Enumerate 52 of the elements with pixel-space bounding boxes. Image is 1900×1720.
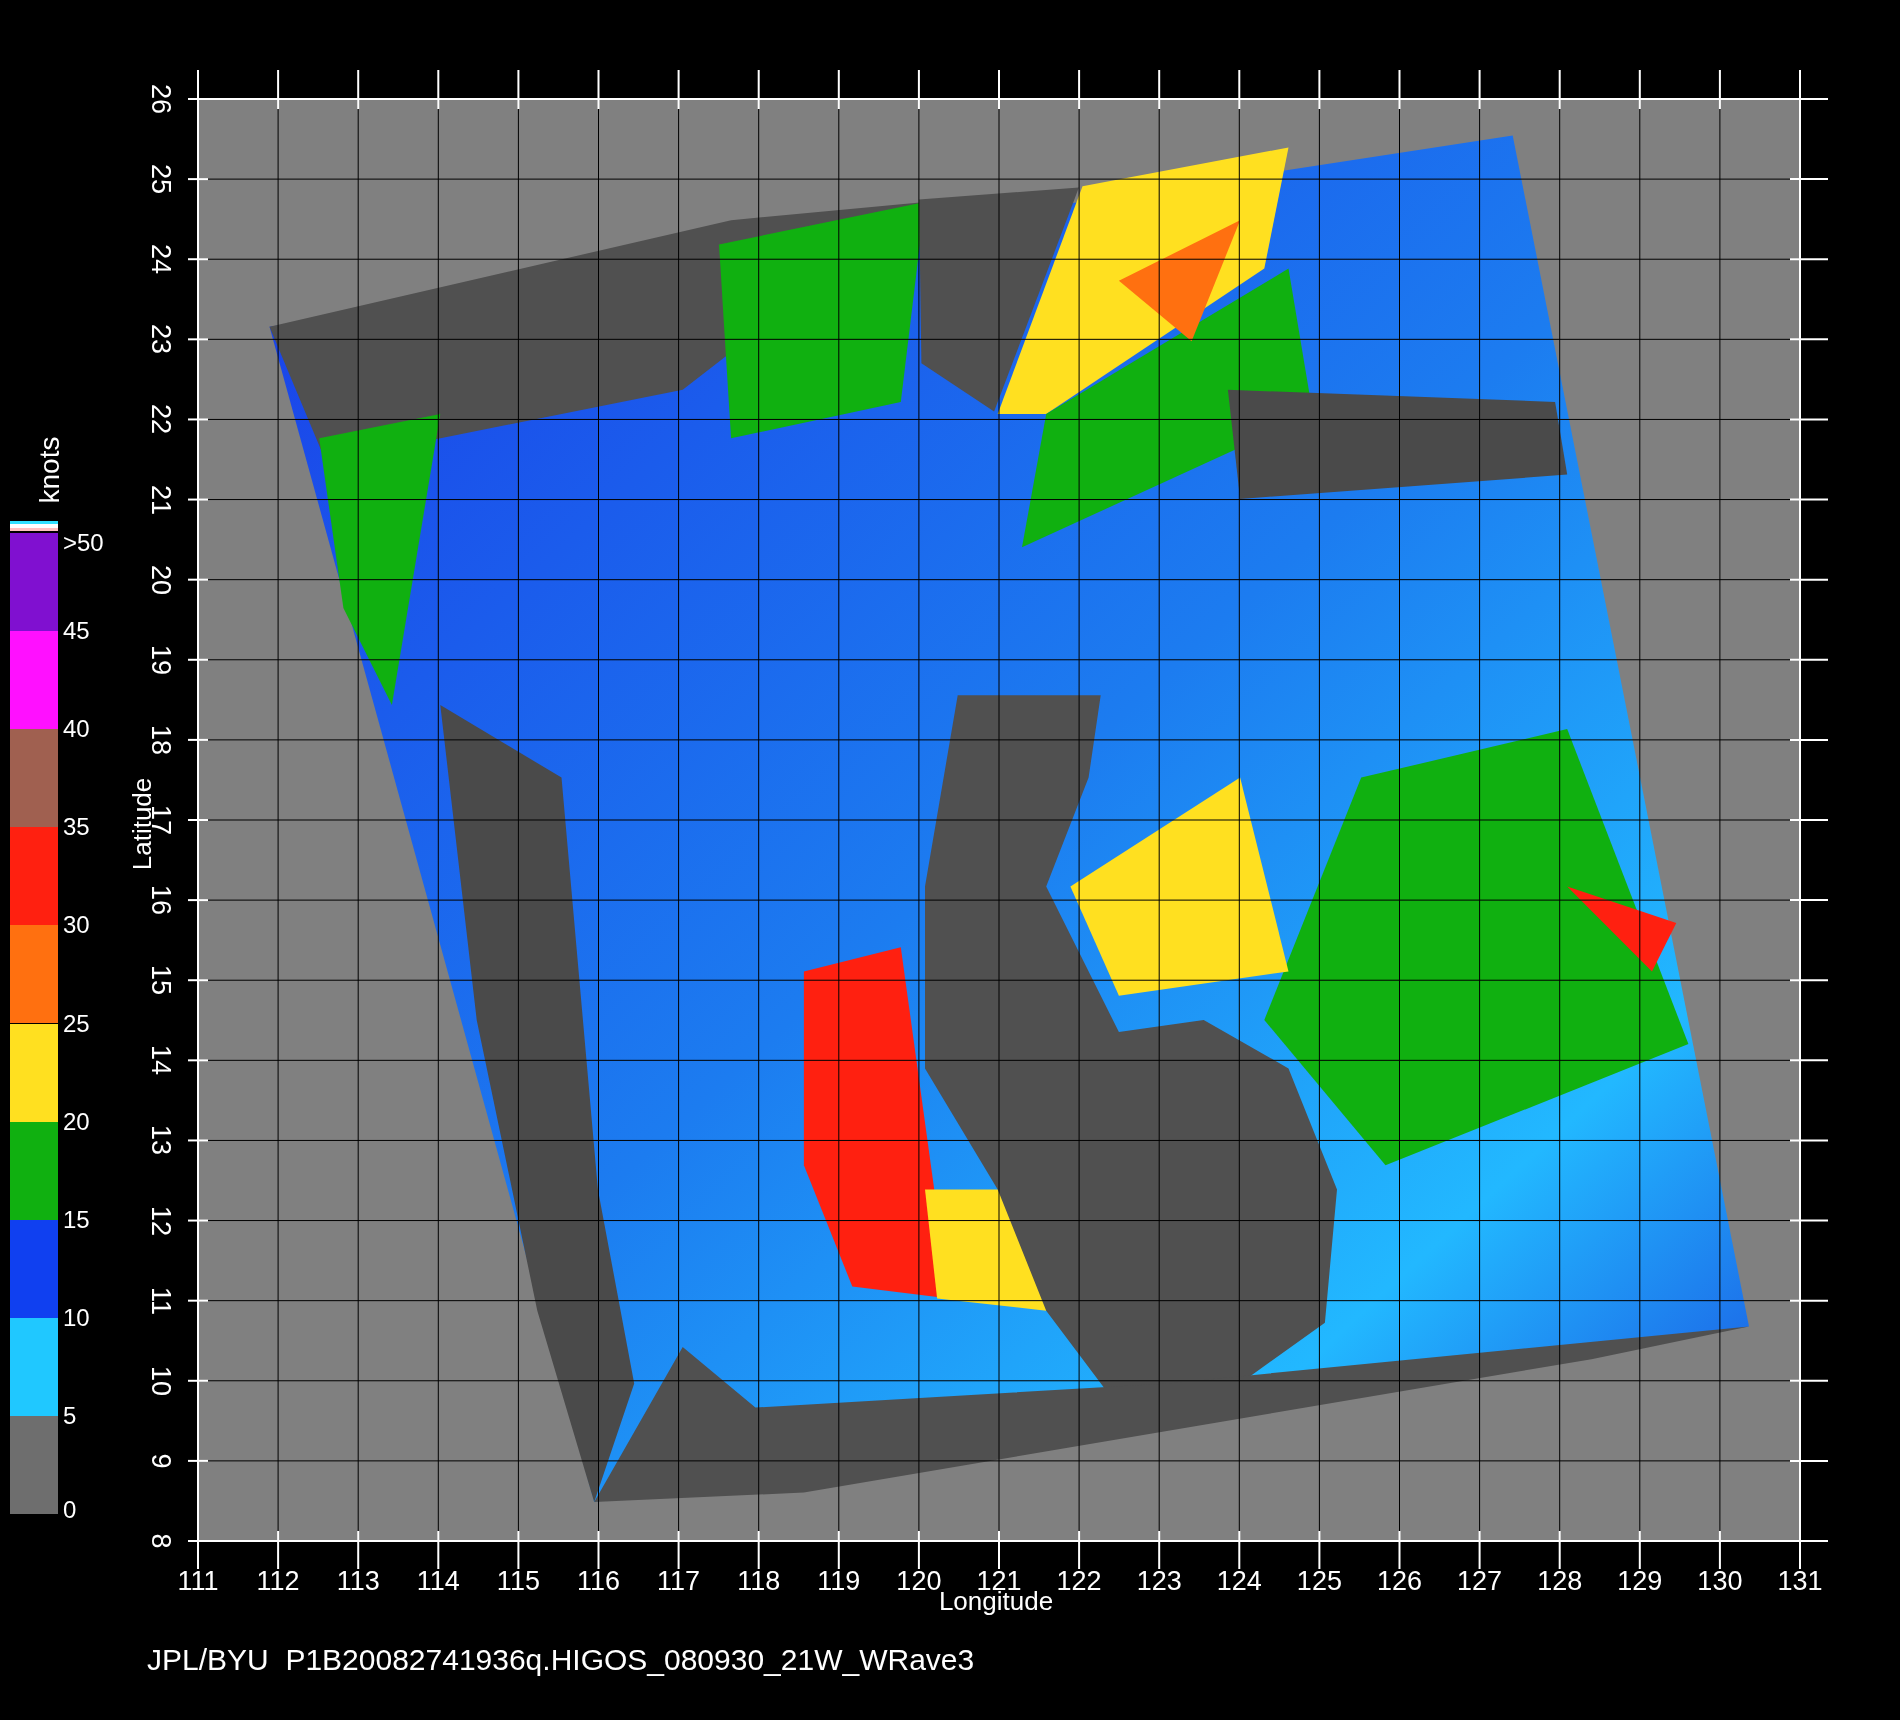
- x-tick-label: 130: [1697, 1568, 1743, 1595]
- y-tick-label: 20: [146, 564, 174, 595]
- x-tick-label: 112: [256, 1568, 300, 1595]
- y-tick-label: 13: [146, 1125, 174, 1156]
- x-tick-label: 126: [1376, 1568, 1423, 1595]
- x-tick-label: 125: [1296, 1568, 1342, 1595]
- y-tick-label: 10: [146, 1365, 174, 1396]
- x-tick-label: 115: [496, 1568, 540, 1595]
- x-tick-label: 131: [1777, 1568, 1823, 1595]
- y-tick-label: 22: [146, 404, 174, 435]
- y-tick-label: 9: [146, 1453, 174, 1469]
- colorbar-label: 40: [63, 717, 90, 742]
- x-tick-label: 123: [1136, 1568, 1182, 1595]
- y-tick-label: 11: [146, 1286, 174, 1315]
- y-tick-label: 21: [146, 484, 174, 515]
- y-tick-label: 15: [146, 965, 174, 996]
- x-tick-label: 116: [577, 1568, 620, 1595]
- y-tick-label: 12: [146, 1205, 174, 1236]
- colorbar-label: 10: [63, 1305, 90, 1330]
- y-tick-label: 25: [146, 164, 174, 195]
- y-tick-label: 18: [146, 724, 174, 755]
- y-tick-label: 16: [146, 885, 174, 916]
- colorbar-label: 20: [63, 1109, 90, 1134]
- y-tick-label: 14: [146, 1045, 174, 1076]
- x-tick-label: 114: [416, 1568, 460, 1595]
- x-tick-label: 127: [1457, 1568, 1503, 1595]
- x-tick-label: 120: [896, 1568, 942, 1595]
- x-tick-label: 113: [336, 1568, 380, 1595]
- colorbar-label: 45: [63, 619, 90, 644]
- colorbar-label: 0: [63, 1498, 77, 1522]
- y-tick-label: 19: [146, 644, 174, 675]
- x-tick-label: 129: [1617, 1568, 1663, 1595]
- colorbar-label: 35: [63, 815, 90, 840]
- y-tick-label: 24: [146, 244, 174, 275]
- colorbar-cap-icon: [10, 521, 58, 531]
- colorbar-label: >50: [63, 531, 104, 555]
- x-tick-label: 122: [1056, 1568, 1102, 1595]
- x-tick-label: 111: [177, 1568, 219, 1595]
- colorbar-label: 15: [63, 1207, 90, 1232]
- x-tick-label: 117: [657, 1568, 701, 1595]
- colorbar-label: 25: [63, 1011, 90, 1036]
- x-tick-label: 119: [817, 1568, 861, 1595]
- colorbar-label: 30: [63, 913, 90, 938]
- y-tick-label: 23: [146, 324, 174, 355]
- colorbar-label: 5: [63, 1403, 77, 1428]
- colorbar-title: knots: [36, 436, 64, 504]
- x-tick-label: 128: [1537, 1568, 1583, 1595]
- y-tick-label: 26: [146, 84, 174, 114]
- x-tick-label: 118: [737, 1568, 781, 1595]
- y-tick-label: 8: [146, 1533, 174, 1549]
- x-tick-label: 124: [1216, 1568, 1262, 1595]
- caption: JPL/BYU P1B20082741936q.HIGOS_080930_21W_WRave3: [147, 1645, 975, 1675]
